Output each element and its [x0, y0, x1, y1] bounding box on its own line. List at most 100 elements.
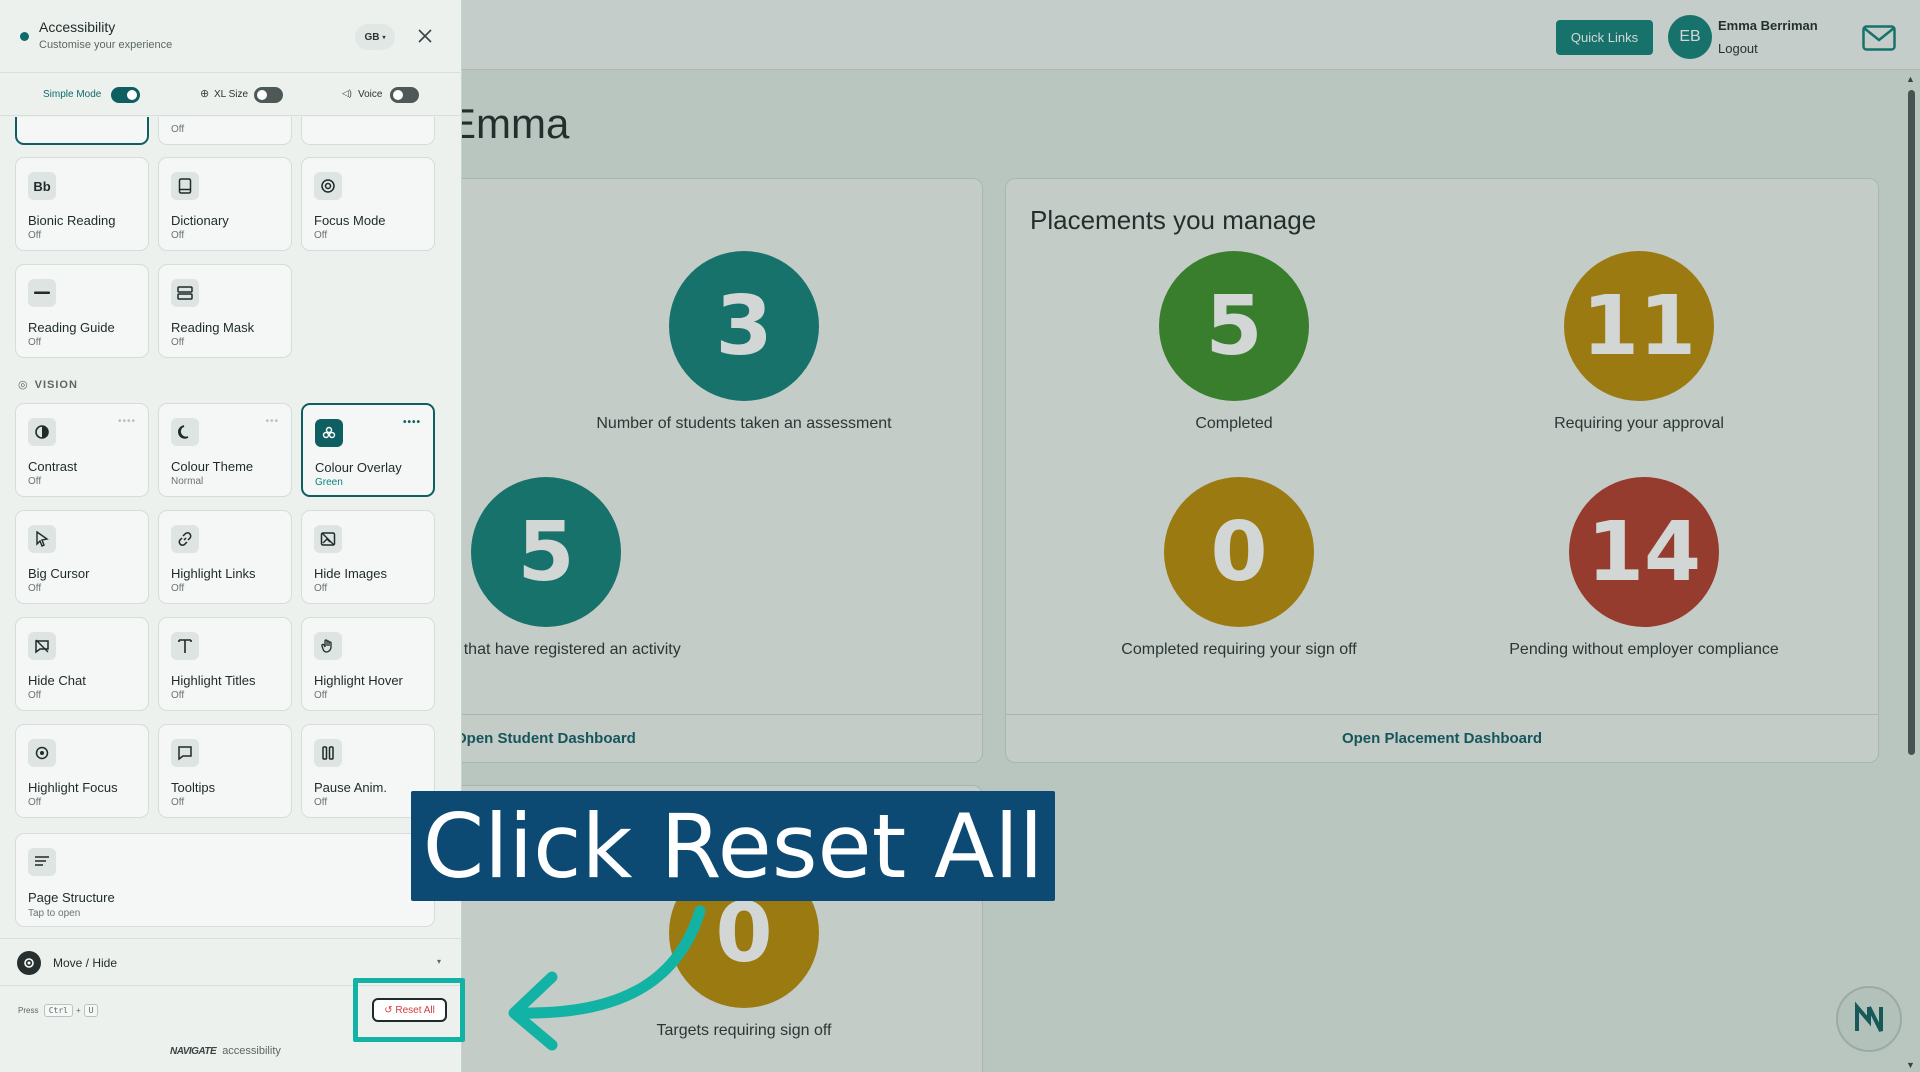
cursor-icon — [28, 525, 56, 553]
tile-big-cursor[interactable]: Big Cursor Off — [15, 510, 149, 604]
metric-circle: 5 — [471, 477, 621, 627]
tile-state: Off — [314, 797, 328, 808]
tile-hide-images[interactable]: Hide Images Off — [301, 510, 435, 604]
tile-name: Contrast — [28, 459, 78, 474]
panel-subtitle: Customise your experience — [39, 39, 173, 51]
kbd-u: U — [83, 1004, 99, 1017]
brand-footer: NAVIGATE accessibility — [170, 1045, 281, 1057]
tile-state: Green — [315, 477, 343, 488]
open-student-dashboard-link[interactable]: Open Student Dashboard — [441, 714, 982, 762]
tile-name: Pause Anim. — [314, 780, 387, 795]
chevron-down-icon: ▾ — [437, 957, 442, 966]
tile-name: Highlight Hover — [314, 673, 403, 688]
reading-guide-icon — [28, 279, 56, 307]
scrollbar-thumb[interactable] — [1908, 90, 1915, 755]
user-name: Emma Berriman — [1718, 18, 1818, 33]
metric-circle: 11 — [1564, 251, 1714, 401]
open-placement-dashboard-link[interactable]: Open Placement Dashboard — [1006, 714, 1878, 762]
tile-highlight-links[interactable]: Highlight Links Off — [158, 510, 292, 604]
language-selector[interactable]: GB ▾ — [355, 24, 395, 50]
reset-all-button[interactable]: ↺ Reset All — [372, 998, 447, 1022]
pointer-arrow-icon — [508, 905, 706, 1051]
hand-icon — [314, 632, 342, 660]
placements-card: Placements you manage 5 Completed 11 Req… — [1005, 178, 1879, 763]
avatar[interactable]: EB — [1668, 15, 1712, 59]
move-hide-label: Move / Hide — [53, 956, 118, 970]
tile-tooltips[interactable]: Tooltips Off — [158, 724, 292, 818]
accessibility-launcher-button[interactable] — [1836, 986, 1902, 1052]
quick-links-button[interactable]: Quick Links — [1556, 20, 1653, 55]
tile-state: Off — [28, 583, 42, 594]
simple-mode-toggle[interactable] — [111, 87, 140, 103]
tile-hide-chat[interactable]: Hide Chat Off — [15, 617, 149, 711]
chevron-down-icon: ▾ — [382, 34, 386, 41]
tile-name: Page Structure — [28, 890, 115, 905]
kbd-ctrl: Ctrl — [43, 1004, 73, 1017]
metric-circle: 3 — [669, 251, 819, 401]
tile-contrast[interactable]: •••• Contrast Off — [15, 403, 149, 497]
tile-state: Off — [28, 690, 42, 701]
tile-page-structure[interactable]: Page Structure Tap to open — [15, 833, 435, 927]
tile-name: Hide Chat — [28, 673, 86, 688]
tile-name: Highlight Focus — [28, 780, 118, 795]
gear-icon — [17, 951, 41, 975]
tile-bionic-reading[interactable]: Bb Bionic Reading Off — [15, 157, 149, 251]
moon-icon — [171, 418, 199, 446]
title-icon — [171, 632, 199, 660]
tile-name: Highlight Links — [171, 566, 256, 581]
focus-icon — [314, 172, 342, 200]
tile-reading-guide[interactable]: Reading Guide Off — [15, 264, 149, 358]
voice-toggle[interactable] — [390, 87, 419, 103]
bionic-reading-icon: Bb — [28, 172, 56, 200]
tile-name: Big Cursor — [28, 566, 90, 581]
xl-size-toggle[interactable] — [254, 87, 283, 103]
tile-dictionary[interactable]: Dictionary Off — [158, 157, 292, 251]
navigate-logo-icon — [1855, 1001, 1883, 1032]
image-off-icon — [314, 525, 342, 553]
tile-name: Reading Mask — [171, 320, 255, 335]
scroll-down-arrow[interactable]: ▼ — [1906, 1060, 1915, 1070]
tile-highlight-titles[interactable]: Highlight Titles Off — [158, 617, 292, 711]
speaker-icon: ◁) — [342, 88, 352, 98]
brand-logo: NAVIGATE — [170, 1046, 217, 1057]
tile-name: Highlight Titles — [171, 673, 256, 688]
page-title: Emma — [448, 100, 570, 147]
scroll-up-arrow[interactable]: ▲ — [1906, 74, 1915, 84]
tile-colour-overlay[interactable]: •••• Colour Overlay Green — [301, 403, 435, 497]
tile-name: Colour Overlay — [315, 460, 402, 475]
press-label: Press — [18, 1006, 39, 1015]
tile-state: Off — [171, 690, 185, 701]
panel-title: Accessibility — [39, 19, 116, 35]
tile-partial-3[interactable] — [301, 117, 435, 145]
eye-icon: ◎ — [18, 379, 29, 391]
tile-colour-theme[interactable]: ••• Colour Theme Normal — [158, 403, 292, 497]
level-dots: •••• — [402, 417, 421, 428]
metric-circle: 0 — [1164, 477, 1314, 627]
tile-name: Focus Mode — [314, 213, 386, 228]
tile-partial-2[interactable]: Off — [158, 117, 292, 145]
metric-label: Pending without employer compliance — [1509, 641, 1779, 658]
metric-label: Requiring your approval — [1554, 415, 1724, 432]
tile-partial-1[interactable] — [15, 117, 149, 145]
tile-state: Tap to open — [28, 908, 81, 919]
dictionary-icon — [171, 172, 199, 200]
metric-label: Completed requiring your sign off — [1121, 641, 1357, 658]
tooltip-icon — [171, 739, 199, 767]
mail-icon[interactable] — [1862, 25, 1896, 51]
tile-highlight-hover[interactable]: Highlight Hover Off — [301, 617, 435, 711]
tile-highlight-focus[interactable]: Highlight Focus Off — [15, 724, 149, 818]
chat-off-icon — [28, 632, 56, 660]
tile-state: Off — [171, 337, 185, 348]
plus-sign: + — [75, 1006, 81, 1015]
level-dots: •••• — [117, 416, 136, 427]
level-dots: ••• — [265, 416, 279, 427]
logout-link[interactable]: Logout — [1718, 41, 1758, 56]
status-dot — [20, 32, 29, 41]
tile-name: Reading Guide — [28, 320, 115, 335]
tile-state: Off — [314, 230, 328, 241]
close-icon[interactable] — [415, 26, 435, 46]
keyboard-shortcut-hint: Press Ctrl + U — [18, 1004, 101, 1017]
tile-state: Off — [171, 230, 185, 241]
tile-focus-mode[interactable]: Focus Mode Off — [301, 157, 435, 251]
tile-reading-mask[interactable]: Reading Mask Off — [158, 264, 292, 358]
